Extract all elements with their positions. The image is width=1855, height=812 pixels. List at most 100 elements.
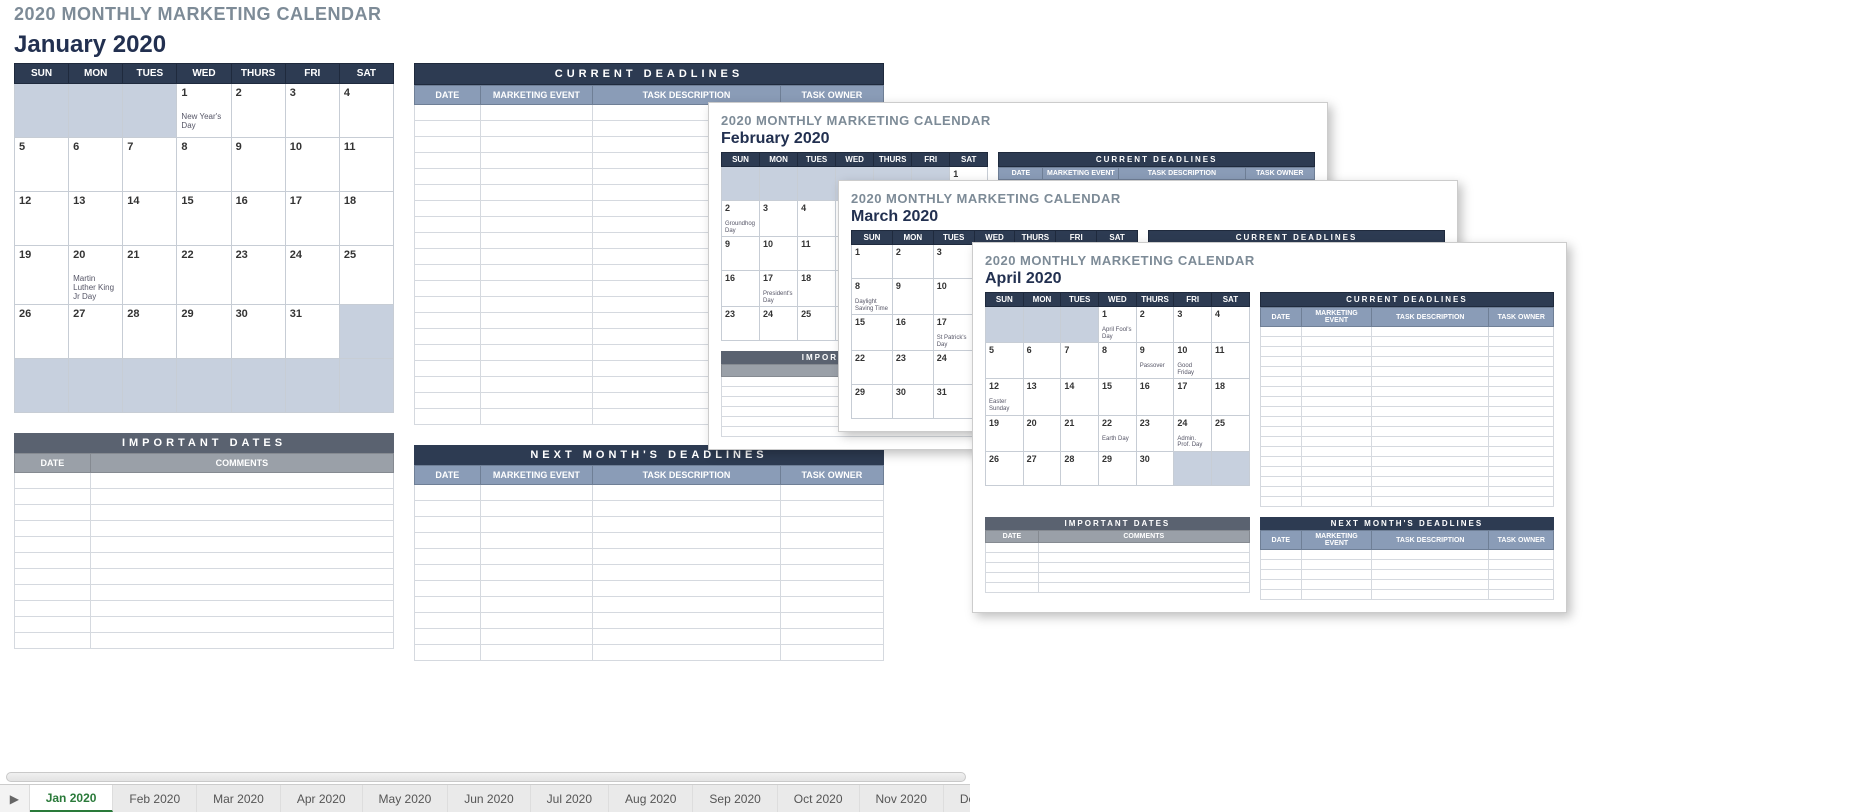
table-cell[interactable] (1301, 447, 1371, 457)
calendar-cell[interactable]: 10 (933, 279, 974, 315)
table-cell[interactable] (480, 249, 593, 265)
table-cell[interactable] (1301, 590, 1371, 600)
table-cell[interactable] (15, 537, 91, 553)
table-cell[interactable] (90, 521, 393, 537)
calendar-cell[interactable]: 6 (69, 138, 123, 192)
table-cell[interactable] (1260, 570, 1301, 580)
table-cell[interactable] (415, 345, 481, 361)
table-cell[interactable] (480, 409, 593, 425)
table-cell[interactable] (480, 185, 593, 201)
table-cell[interactable] (593, 517, 781, 533)
sheet-tab[interactable]: Nov 2020 (860, 785, 944, 812)
table-cell[interactable] (480, 645, 593, 661)
table-cell[interactable] (480, 233, 593, 249)
calendar-cell[interactable]: 24 (933, 351, 974, 385)
calendar-cell[interactable]: 21 (123, 246, 177, 305)
table-cell[interactable] (1260, 407, 1301, 417)
table-cell[interactable] (780, 645, 883, 661)
table-cell[interactable] (480, 297, 593, 313)
table-cell[interactable] (1372, 377, 1489, 387)
table-cell[interactable] (15, 553, 91, 569)
table-cell[interactable] (1372, 427, 1489, 437)
table-cell[interactable] (90, 617, 393, 633)
table-cell[interactable] (15, 633, 91, 649)
table-cell[interactable] (480, 361, 593, 377)
table-cell[interactable] (1301, 387, 1371, 397)
table-cell[interactable] (415, 185, 481, 201)
calendar-cell[interactable] (123, 359, 177, 413)
calendar-cell[interactable]: 24 (760, 307, 798, 341)
calendar-cell[interactable] (1061, 307, 1099, 343)
table-cell[interactable] (1301, 550, 1371, 560)
sheet-tab[interactable]: Mar 2020 (197, 785, 281, 812)
table-cell[interactable] (1038, 583, 1249, 593)
table-cell[interactable] (15, 489, 91, 505)
calendar-cell[interactable]: 9 (722, 237, 760, 271)
sheet-tab[interactable]: Jul 2020 (531, 785, 609, 812)
table-cell[interactable] (1372, 487, 1489, 497)
calendar-cell[interactable]: 8 (1099, 343, 1137, 379)
table-cell[interactable] (780, 565, 883, 581)
table-cell[interactable] (1489, 417, 1554, 427)
table-cell[interactable] (415, 485, 481, 501)
calendar-cell[interactable]: 9Passover (1136, 343, 1174, 379)
table-cell[interactable] (1489, 327, 1554, 337)
table-cell[interactable] (15, 601, 91, 617)
calendar-cell[interactable]: 27 (69, 305, 123, 359)
table-cell[interactable] (415, 249, 481, 265)
calendar-cell[interactable]: 19 (15, 246, 69, 305)
table-cell[interactable] (986, 543, 1039, 553)
table-cell[interactable] (1489, 560, 1554, 570)
table-cell[interactable] (1301, 407, 1371, 417)
calendar-cell[interactable]: 14 (123, 192, 177, 246)
table-cell[interactable] (90, 585, 393, 601)
calendar-cell[interactable]: 13 (69, 192, 123, 246)
table-cell[interactable] (415, 517, 481, 533)
table-cell[interactable] (480, 565, 593, 581)
table-cell[interactable] (480, 597, 593, 613)
calendar-cell[interactable] (760, 167, 798, 201)
calendar-cell[interactable]: 11 (1212, 343, 1250, 379)
table-cell[interactable] (1489, 377, 1554, 387)
table-cell[interactable] (1372, 497, 1489, 507)
table-cell[interactable] (1260, 487, 1301, 497)
calendar-cell[interactable]: 26 (986, 451, 1024, 485)
calendar-cell[interactable]: 30 (231, 305, 285, 359)
table-cell[interactable] (780, 613, 883, 629)
calendar-cell[interactable]: 1 (852, 245, 893, 279)
calendar-cell[interactable]: 15 (1099, 379, 1137, 415)
table-cell[interactable] (1489, 477, 1554, 487)
table-cell[interactable] (1260, 327, 1301, 337)
table-cell[interactable] (780, 533, 883, 549)
sheet-tab[interactable]: Aug 2020 (609, 785, 693, 812)
table-cell[interactable] (1301, 477, 1371, 487)
table-cell[interactable] (1372, 367, 1489, 377)
table-cell[interactable] (1372, 457, 1489, 467)
calendar-cell[interactable]: 18 (1212, 379, 1250, 415)
table-cell[interactable] (1301, 347, 1371, 357)
table-cell[interactable] (986, 573, 1039, 583)
table-cell[interactable] (593, 645, 781, 661)
calendar-cell[interactable]: 4 (1212, 307, 1250, 343)
calendar-cell[interactable]: 2 (1136, 307, 1174, 343)
table-cell[interactable] (1489, 347, 1554, 357)
table-cell[interactable] (480, 613, 593, 629)
table-cell[interactable] (1489, 357, 1554, 367)
table-cell[interactable] (1260, 467, 1301, 477)
table-cell[interactable] (1301, 397, 1371, 407)
table-cell[interactable] (1489, 497, 1554, 507)
table-cell[interactable] (1489, 590, 1554, 600)
table-cell[interactable] (1372, 477, 1489, 487)
table-cell[interactable] (15, 473, 91, 489)
calendar-cell[interactable]: 31 (933, 385, 974, 419)
table-cell[interactable] (480, 217, 593, 233)
table-cell[interactable] (90, 553, 393, 569)
table-cell[interactable] (415, 121, 481, 137)
table-cell[interactable] (1372, 417, 1489, 427)
table-cell[interactable] (780, 549, 883, 565)
table-cell[interactable] (90, 633, 393, 649)
table-cell[interactable] (1260, 387, 1301, 397)
table-cell[interactable] (1301, 377, 1371, 387)
sheet-tab[interactable]: Jan 2020 (30, 785, 114, 812)
table-cell[interactable] (415, 313, 481, 329)
